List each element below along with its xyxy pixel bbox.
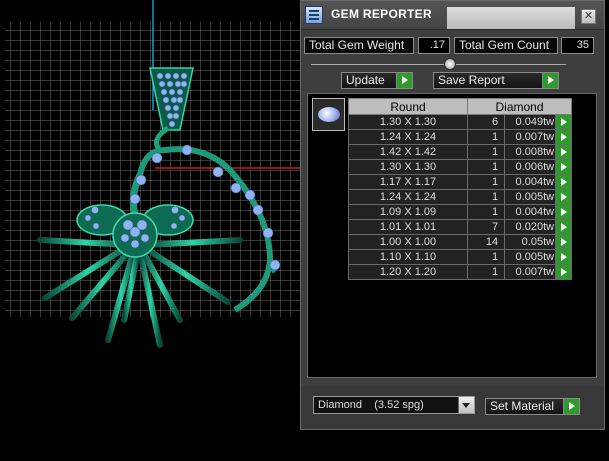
gem-reporter-app-icon	[305, 6, 323, 24]
gem-size-cell: 1.20 X 1.20	[348, 264, 468, 280]
play-arrow-icon[interactable]	[555, 174, 572, 190]
save-report-button[interactable]: Save Report	[433, 72, 559, 89]
play-arrow-icon[interactable]	[555, 129, 572, 145]
gem-count-cell: 7	[466, 219, 506, 235]
play-arrow-icon[interactable]	[555, 189, 572, 205]
play-arrow-icon[interactable]	[555, 114, 572, 130]
viewport-canvas[interactable]	[0, 0, 300, 456]
gem-count-cell: 1	[466, 249, 506, 265]
gem-count-cell: 1	[466, 204, 506, 220]
gem-weight-cell: 0.007tw	[504, 264, 557, 280]
slider-knob[interactable]	[444, 58, 456, 70]
gem-count-cell: 1	[466, 174, 506, 190]
gem-size-cell: 1.30 X 1.30	[348, 114, 468, 130]
play-arrow-icon[interactable]	[555, 249, 572, 265]
gem-size-cell: 1.24 X 1.24	[348, 189, 468, 205]
title-tab-area	[447, 7, 575, 29]
gem-table-area: Round Diamond 1.30 X 1.30 6 0.049tw 1.24 X …	[307, 93, 597, 378]
play-arrow-icon[interactable]	[555, 144, 572, 160]
total-gem-weight-label: Total Gem Weight	[304, 37, 414, 54]
gem-table: Round Diamond 1.30 X 1.30 6 0.049tw 1.24 X …	[348, 98, 572, 280]
play-arrow-icon[interactable]	[555, 204, 572, 220]
gem-count-cell: 1	[466, 129, 506, 145]
window-title: GEM REPORTER	[331, 7, 432, 21]
gem-weight-cell: 0.05tw	[504, 234, 557, 250]
set-material-button[interactable]: Set Material	[485, 398, 580, 415]
play-arrow-icon[interactable]	[555, 219, 572, 235]
close-icon[interactable]: ✕	[581, 9, 596, 24]
3d-viewport[interactable]	[0, 0, 300, 456]
update-button-label: Update	[346, 73, 385, 87]
gem-count-cell: 1	[466, 159, 506, 175]
table-row[interactable]: 1.24 X 1.24 1 0.007tw	[348, 129, 572, 145]
gem-size-cell: 1.09 X 1.09	[348, 204, 468, 220]
table-row[interactable]: 1.09 X 1.09 1 0.004tw	[348, 204, 572, 220]
gem-size-cell: 1.30 X 1.30	[348, 159, 468, 175]
material-select[interactable]: Diamond (3.52 spg)	[313, 396, 475, 414]
table-row[interactable]: 1.17 X 1.17 1 0.004tw	[348, 174, 572, 190]
play-arrow-icon	[563, 399, 579, 414]
play-arrow-icon[interactable]	[555, 234, 572, 250]
gem-size-cell: 1.00 X 1.00	[348, 234, 468, 250]
update-button[interactable]: Update	[341, 72, 413, 89]
table-row[interactable]: 1.20 X 1.20 1 0.007tw	[348, 264, 572, 280]
table-row[interactable]: 1.00 X 1.00 14 0.05tw	[348, 234, 572, 250]
gem-weight-cell: 0.006tw	[504, 159, 557, 175]
column-header-shape: Round	[348, 98, 468, 115]
table-row[interactable]: 1.01 X 1.01 7 0.020tw	[348, 219, 572, 235]
save-report-button-label: Save Report	[438, 73, 505, 87]
dropdown-arrow-icon[interactable]	[458, 397, 474, 413]
gem-size-cell: 1.01 X 1.01	[348, 219, 468, 235]
play-arrow-icon	[542, 73, 558, 88]
gem-weight-cell: 0.008tw	[504, 144, 557, 160]
gem-count-cell: 6	[466, 114, 506, 130]
play-arrow-icon[interactable]	[555, 159, 572, 175]
total-gem-count-value: 35	[561, 37, 594, 54]
material-select-value: Diamond (3.52 spg)	[318, 399, 424, 411]
gem-size-cell: 1.42 X 1.42	[348, 144, 468, 160]
gem-count-cell: 1	[466, 189, 506, 205]
table-row[interactable]: 1.30 X 1.30 6 0.049tw	[348, 114, 572, 130]
total-gem-weight-value: .17	[418, 37, 450, 54]
play-arrow-icon	[396, 73, 412, 88]
gem-weight-cell: 0.004tw	[504, 204, 557, 220]
set-material-button-label: Set Material	[490, 399, 555, 413]
gem-size-cell: 1.10 X 1.10	[348, 249, 468, 265]
gem-count-cell: 1	[466, 264, 506, 280]
table-row[interactable]: 1.10 X 1.10 1 0.005tw	[348, 249, 572, 265]
gem-count-cell: 14	[466, 234, 506, 250]
title-bar[interactable]: GEM REPORTER ✕	[301, 1, 604, 30]
gem-size-cell: 1.24 X 1.24	[348, 129, 468, 145]
table-row[interactable]: 1.42 X 1.42 1 0.008tw	[348, 144, 572, 160]
column-header-material: Diamond	[467, 98, 572, 115]
table-row[interactable]: 1.24 X 1.24 1 0.005tw	[348, 189, 572, 205]
gem-weight-cell: 0.004tw	[504, 174, 557, 190]
gem-reporter-panel: GEM REPORTER ✕ Total Gem Weight .17 Tota…	[300, 0, 605, 430]
table-row[interactable]: 1.30 X 1.30 1 0.006tw	[348, 159, 572, 175]
gem-weight-cell: 0.049tw	[504, 114, 557, 130]
gem-count-cell: 1	[466, 144, 506, 160]
gem-weight-cell: 0.005tw	[504, 189, 557, 205]
gem-weight-cell: 0.007tw	[504, 129, 557, 145]
total-gem-count-label: Total Gem Count	[454, 37, 558, 54]
gem-weight-cell: 0.020tw	[504, 219, 557, 235]
play-arrow-icon[interactable]	[555, 264, 572, 280]
gem-weight-cell: 0.005tw	[504, 249, 557, 265]
gem-size-cell: 1.17 X 1.17	[348, 174, 468, 190]
slider-track[interactable]	[311, 64, 566, 65]
round-gem-icon[interactable]	[312, 98, 345, 131]
